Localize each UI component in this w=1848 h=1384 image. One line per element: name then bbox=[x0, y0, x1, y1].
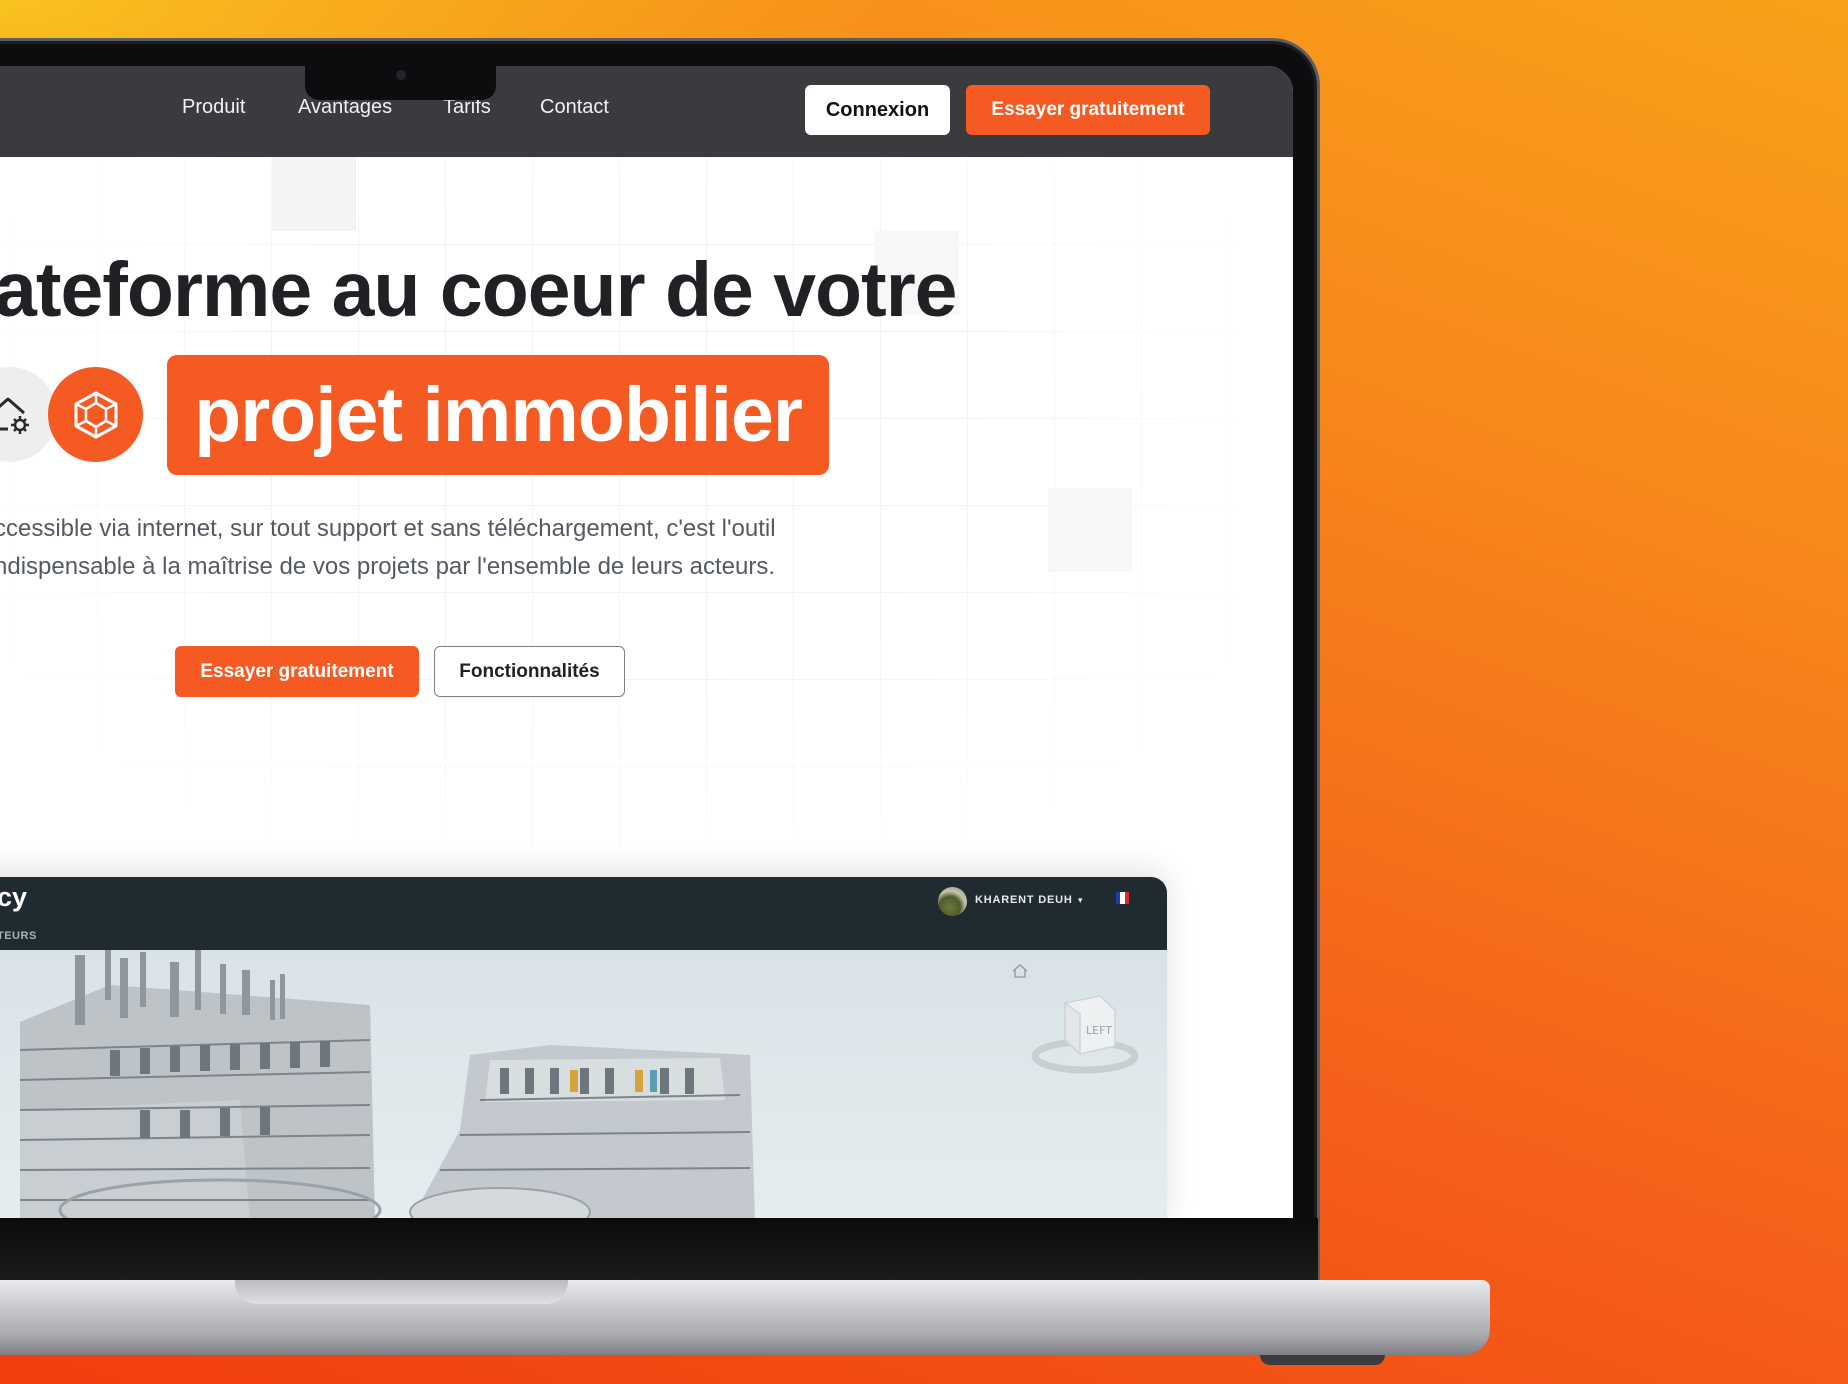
hero-headline: ateforme au coeur de votre bbox=[0, 247, 957, 333]
laptop-base bbox=[0, 1280, 1490, 1355]
viewcube-label: LEFT bbox=[1086, 1024, 1112, 1037]
app-subtitle: TEURS bbox=[0, 930, 37, 942]
hero-description: ccessible via internet, sur tout support… bbox=[0, 510, 776, 586]
app-preview: cy TEURS KHARENT DEUH ▾ LEFT bbox=[0, 877, 1167, 1218]
user-name[interactable]: KHARENT DEUH bbox=[975, 894, 1073, 906]
try-free-button-nav[interactable]: Essayer gratuitement bbox=[966, 85, 1210, 135]
base-opening-notch bbox=[235, 1280, 568, 1304]
try-free-button-hero[interactable]: Essayer gratuitement bbox=[175, 646, 419, 697]
app-header: cy TEURS KHARENT DEUH ▾ bbox=[0, 877, 1167, 950]
home-icon[interactable] bbox=[1011, 963, 1029, 984]
hero-description-line: ccessible via internet, sur tout support… bbox=[0, 515, 776, 542]
grid-accent-cell bbox=[272, 157, 356, 231]
screen-bezel-bottom bbox=[0, 1218, 1318, 1280]
hero-highlight: projet immobilier bbox=[167, 355, 829, 475]
camera-icon bbox=[396, 70, 406, 80]
chevron-down-icon[interactable]: ▾ bbox=[1078, 895, 1083, 906]
nav-link-produit[interactable]: Produit bbox=[182, 96, 245, 119]
laptop-foot bbox=[1260, 1355, 1385, 1365]
cube-network-icon bbox=[48, 367, 143, 462]
bim-3d-viewer[interactable]: LEFT bbox=[0, 950, 1167, 1218]
flag-fr-icon[interactable] bbox=[1116, 892, 1129, 904]
nav-link-contact[interactable]: Contact bbox=[540, 96, 609, 119]
avatar[interactable] bbox=[938, 887, 967, 916]
top-navigation: Produit Avantages Tarifs Contact Connexi… bbox=[0, 66, 1293, 157]
features-button[interactable]: Fonctionnalités bbox=[434, 646, 625, 697]
login-button[interactable]: Connexion bbox=[805, 85, 950, 135]
camera-notch bbox=[305, 62, 496, 100]
viewcube-icon[interactable]: LEFT bbox=[1030, 988, 1140, 1083]
hero-description-line: ndispensable à la maîtrise de vos projet… bbox=[0, 553, 775, 580]
laptop-screen: Produit Avantages Tarifs Contact Connexi… bbox=[0, 66, 1293, 1218]
app-name: cy bbox=[0, 882, 28, 912]
building-model-render bbox=[19, 950, 755, 1218]
grid-accent-cell bbox=[1048, 488, 1132, 572]
